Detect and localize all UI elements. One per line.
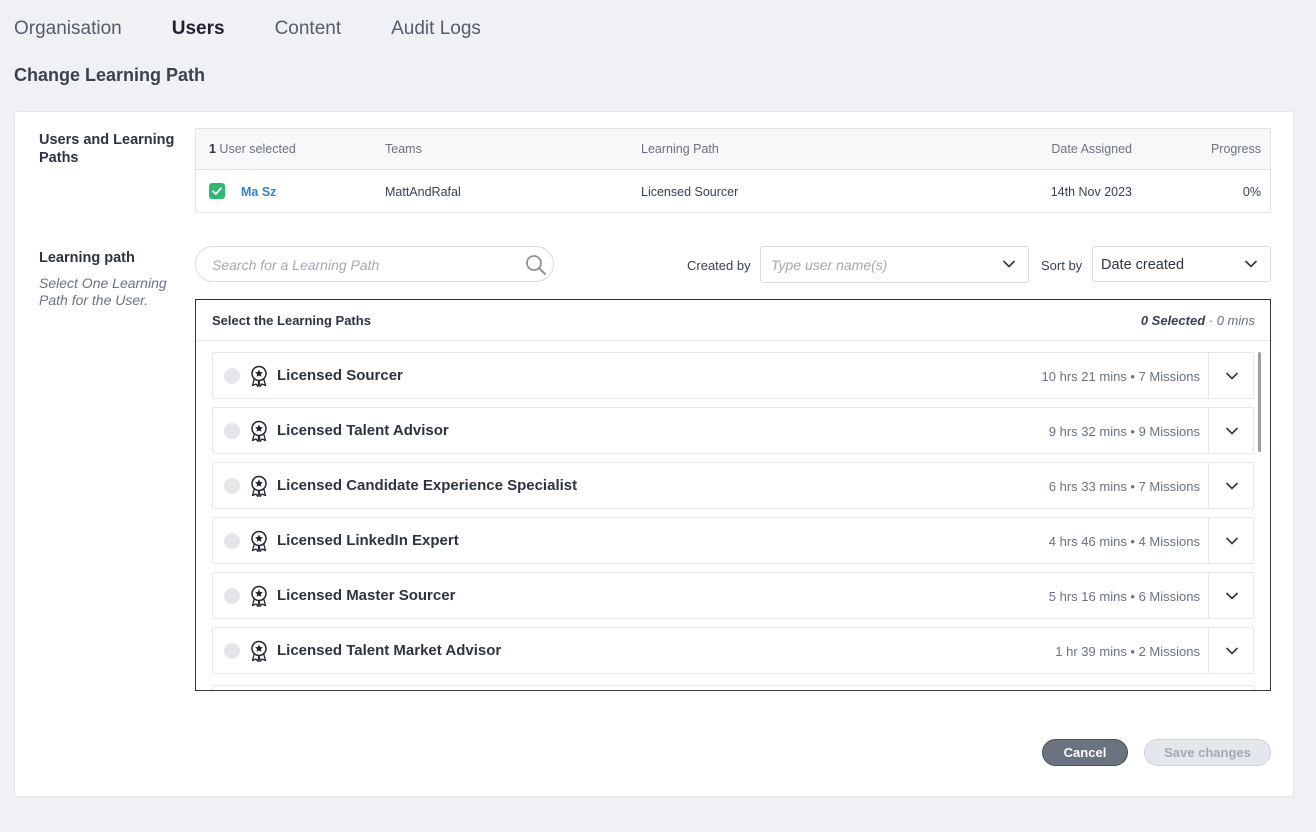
sort-by-select[interactable]: Date created bbox=[1092, 246, 1271, 282]
search-input[interactable] bbox=[212, 255, 512, 275]
list-item-partial bbox=[212, 685, 1254, 690]
expand-button[interactable] bbox=[1208, 353, 1253, 398]
user-checkbox[interactable] bbox=[209, 183, 225, 199]
created-by-label: Created by bbox=[687, 258, 751, 273]
learning-path-meta: 9 hrs 32 mins • 9 Missions bbox=[1048, 424, 1200, 439]
learning-path-name[interactable]: Licensed Master Sourcer bbox=[277, 587, 455, 604]
certificate-badge-icon bbox=[250, 475, 268, 502]
checkmark-icon bbox=[212, 187, 222, 195]
top-nav: Organisation Users Content Audit Logs bbox=[14, 17, 481, 41]
learning-path-name[interactable]: Licensed Candidate Experience Specialist bbox=[277, 477, 577, 494]
column-header-learning-path: Learning Path bbox=[641, 142, 719, 156]
selected-count: 0 Selected bbox=[1140, 313, 1206, 328]
learning-path-meta: 1 hr 39 mins • 2 Missions bbox=[1055, 644, 1200, 659]
learning-path-name[interactable]: Licensed Talent Market Advisor bbox=[277, 642, 501, 659]
user-name-link[interactable]: Ma Sz bbox=[241, 185, 276, 199]
learning-path-meta: 6 hrs 33 mins • 7 Missions bbox=[1048, 479, 1200, 494]
column-header-progress: Progress bbox=[1210, 142, 1261, 156]
learning-path-item[interactable]: Licensed Talent Market Advisor 1 hr 39 mi… bbox=[212, 627, 1254, 674]
certificate-badge-icon bbox=[250, 420, 268, 447]
column-header-teams: Teams bbox=[385, 142, 422, 156]
created-by-placeholder: Type user name(s) bbox=[771, 257, 888, 273]
list-scrollbar[interactable] bbox=[1258, 352, 1261, 452]
certificate-badge-icon bbox=[250, 585, 268, 612]
learning-path-meta: 10 hrs 21 mins • 7 Missions bbox=[1041, 369, 1200, 384]
learning-path-list-title: Select the Learning Paths bbox=[212, 313, 371, 328]
tab-content[interactable]: Content bbox=[275, 17, 342, 41]
certificate-badge-icon bbox=[250, 640, 268, 667]
learning-path-section-sublabel: Select One Learning Path for the User. bbox=[39, 275, 167, 308]
created-by-select[interactable]: Type user name(s) bbox=[760, 246, 1029, 283]
sort-by-label: Sort by bbox=[1041, 258, 1083, 273]
page-title: Change Learning Path bbox=[14, 65, 206, 85]
learning-path-name[interactable]: Licensed Talent Advisor bbox=[277, 422, 449, 439]
chevron-down-icon bbox=[1244, 260, 1258, 268]
selected-count: 1 bbox=[209, 142, 216, 156]
users-table: 1 User selected Teams Learning Path Date… bbox=[195, 128, 1271, 213]
user-learning-path: Licensed Sourcer bbox=[641, 184, 739, 199]
chevron-down-icon bbox=[1002, 260, 1016, 268]
selection-summary: 0 Selected · 0 mins bbox=[1141, 313, 1255, 328]
selected-count-header: 1 User selected bbox=[209, 142, 296, 156]
learning-path-meta: 4 hrs 46 mins • 4 Missions bbox=[1048, 534, 1200, 549]
save-changes-button[interactable]: Save changes bbox=[1144, 739, 1271, 766]
learning-path-item[interactable]: Licensed Sourcer 10 hrs 21 mins • 7 Missi… bbox=[212, 352, 1254, 399]
learning-path-item[interactable]: Licensed Master Sourcer 5 hrs 16 mins • 6… bbox=[212, 572, 1254, 619]
learning-path-search bbox=[195, 246, 554, 282]
column-header-date-assigned: Date Assigned bbox=[1051, 142, 1132, 156]
expand-button[interactable] bbox=[1208, 463, 1253, 508]
learning-path-radio[interactable] bbox=[224, 368, 240, 384]
learning-path-name[interactable]: Licensed LinkedIn Expert bbox=[277, 532, 459, 549]
certificate-badge-icon bbox=[250, 365, 268, 392]
tab-audit-logs[interactable]: Audit Logs bbox=[391, 17, 481, 41]
learning-path-item[interactable]: Licensed LinkedIn Expert 4 hrs 46 mins • … bbox=[212, 517, 1254, 564]
selected-suffix: User selected bbox=[215, 142, 296, 156]
tab-organisation[interactable]: Organisation bbox=[14, 17, 122, 41]
user-progress: 0% bbox=[1242, 184, 1261, 199]
user-date-assigned: 14th Nov 2023 bbox=[1050, 184, 1132, 199]
change-learning-path-card: Users and Learning Paths 1 User selected… bbox=[14, 111, 1294, 797]
learning-path-list-header: Select the Learning Paths 0 Selected · 0… bbox=[196, 300, 1270, 341]
learning-path-radio[interactable] bbox=[224, 588, 240, 604]
learning-path-name[interactable]: Licensed Sourcer bbox=[277, 367, 403, 384]
learning-path-radio[interactable] bbox=[224, 643, 240, 659]
users-table-header: 1 User selected Teams Learning Path Date… bbox=[196, 129, 1270, 170]
search-icon[interactable] bbox=[525, 254, 547, 281]
cancel-button[interactable]: Cancel bbox=[1042, 739, 1128, 766]
learning-path-section-label: Learning path bbox=[39, 250, 135, 266]
learning-path-radio[interactable] bbox=[224, 533, 240, 549]
expand-button[interactable] bbox=[1208, 408, 1253, 453]
selected-mins: · 0 mins bbox=[1205, 313, 1255, 328]
learning-path-meta: 5 hrs 16 mins • 6 Missions bbox=[1048, 589, 1200, 604]
user-team: MattAndRafal bbox=[385, 184, 461, 199]
sort-by-value: Date created bbox=[1101, 257, 1185, 273]
learning-path-item[interactable]: Licensed Talent Advisor 9 hrs 32 mins • 9… bbox=[212, 407, 1254, 454]
expand-button[interactable] bbox=[1208, 628, 1253, 673]
learning-path-radio[interactable] bbox=[224, 478, 240, 494]
users-section-label: Users and Learning Paths bbox=[39, 132, 175, 166]
expand-button[interactable] bbox=[1208, 573, 1253, 618]
table-row: Ma Sz MattAndRafal Licensed Sourcer 14th… bbox=[196, 170, 1270, 213]
tab-users[interactable]: Users bbox=[172, 17, 225, 41]
learning-path-list-box: Select the Learning Paths 0 Selected · 0… bbox=[195, 299, 1271, 691]
learning-path-item[interactable]: Licensed Candidate Experience Specialist… bbox=[212, 462, 1254, 509]
learning-path-radio[interactable] bbox=[224, 423, 240, 439]
expand-button[interactable] bbox=[1208, 518, 1253, 563]
certificate-badge-icon bbox=[250, 530, 268, 557]
